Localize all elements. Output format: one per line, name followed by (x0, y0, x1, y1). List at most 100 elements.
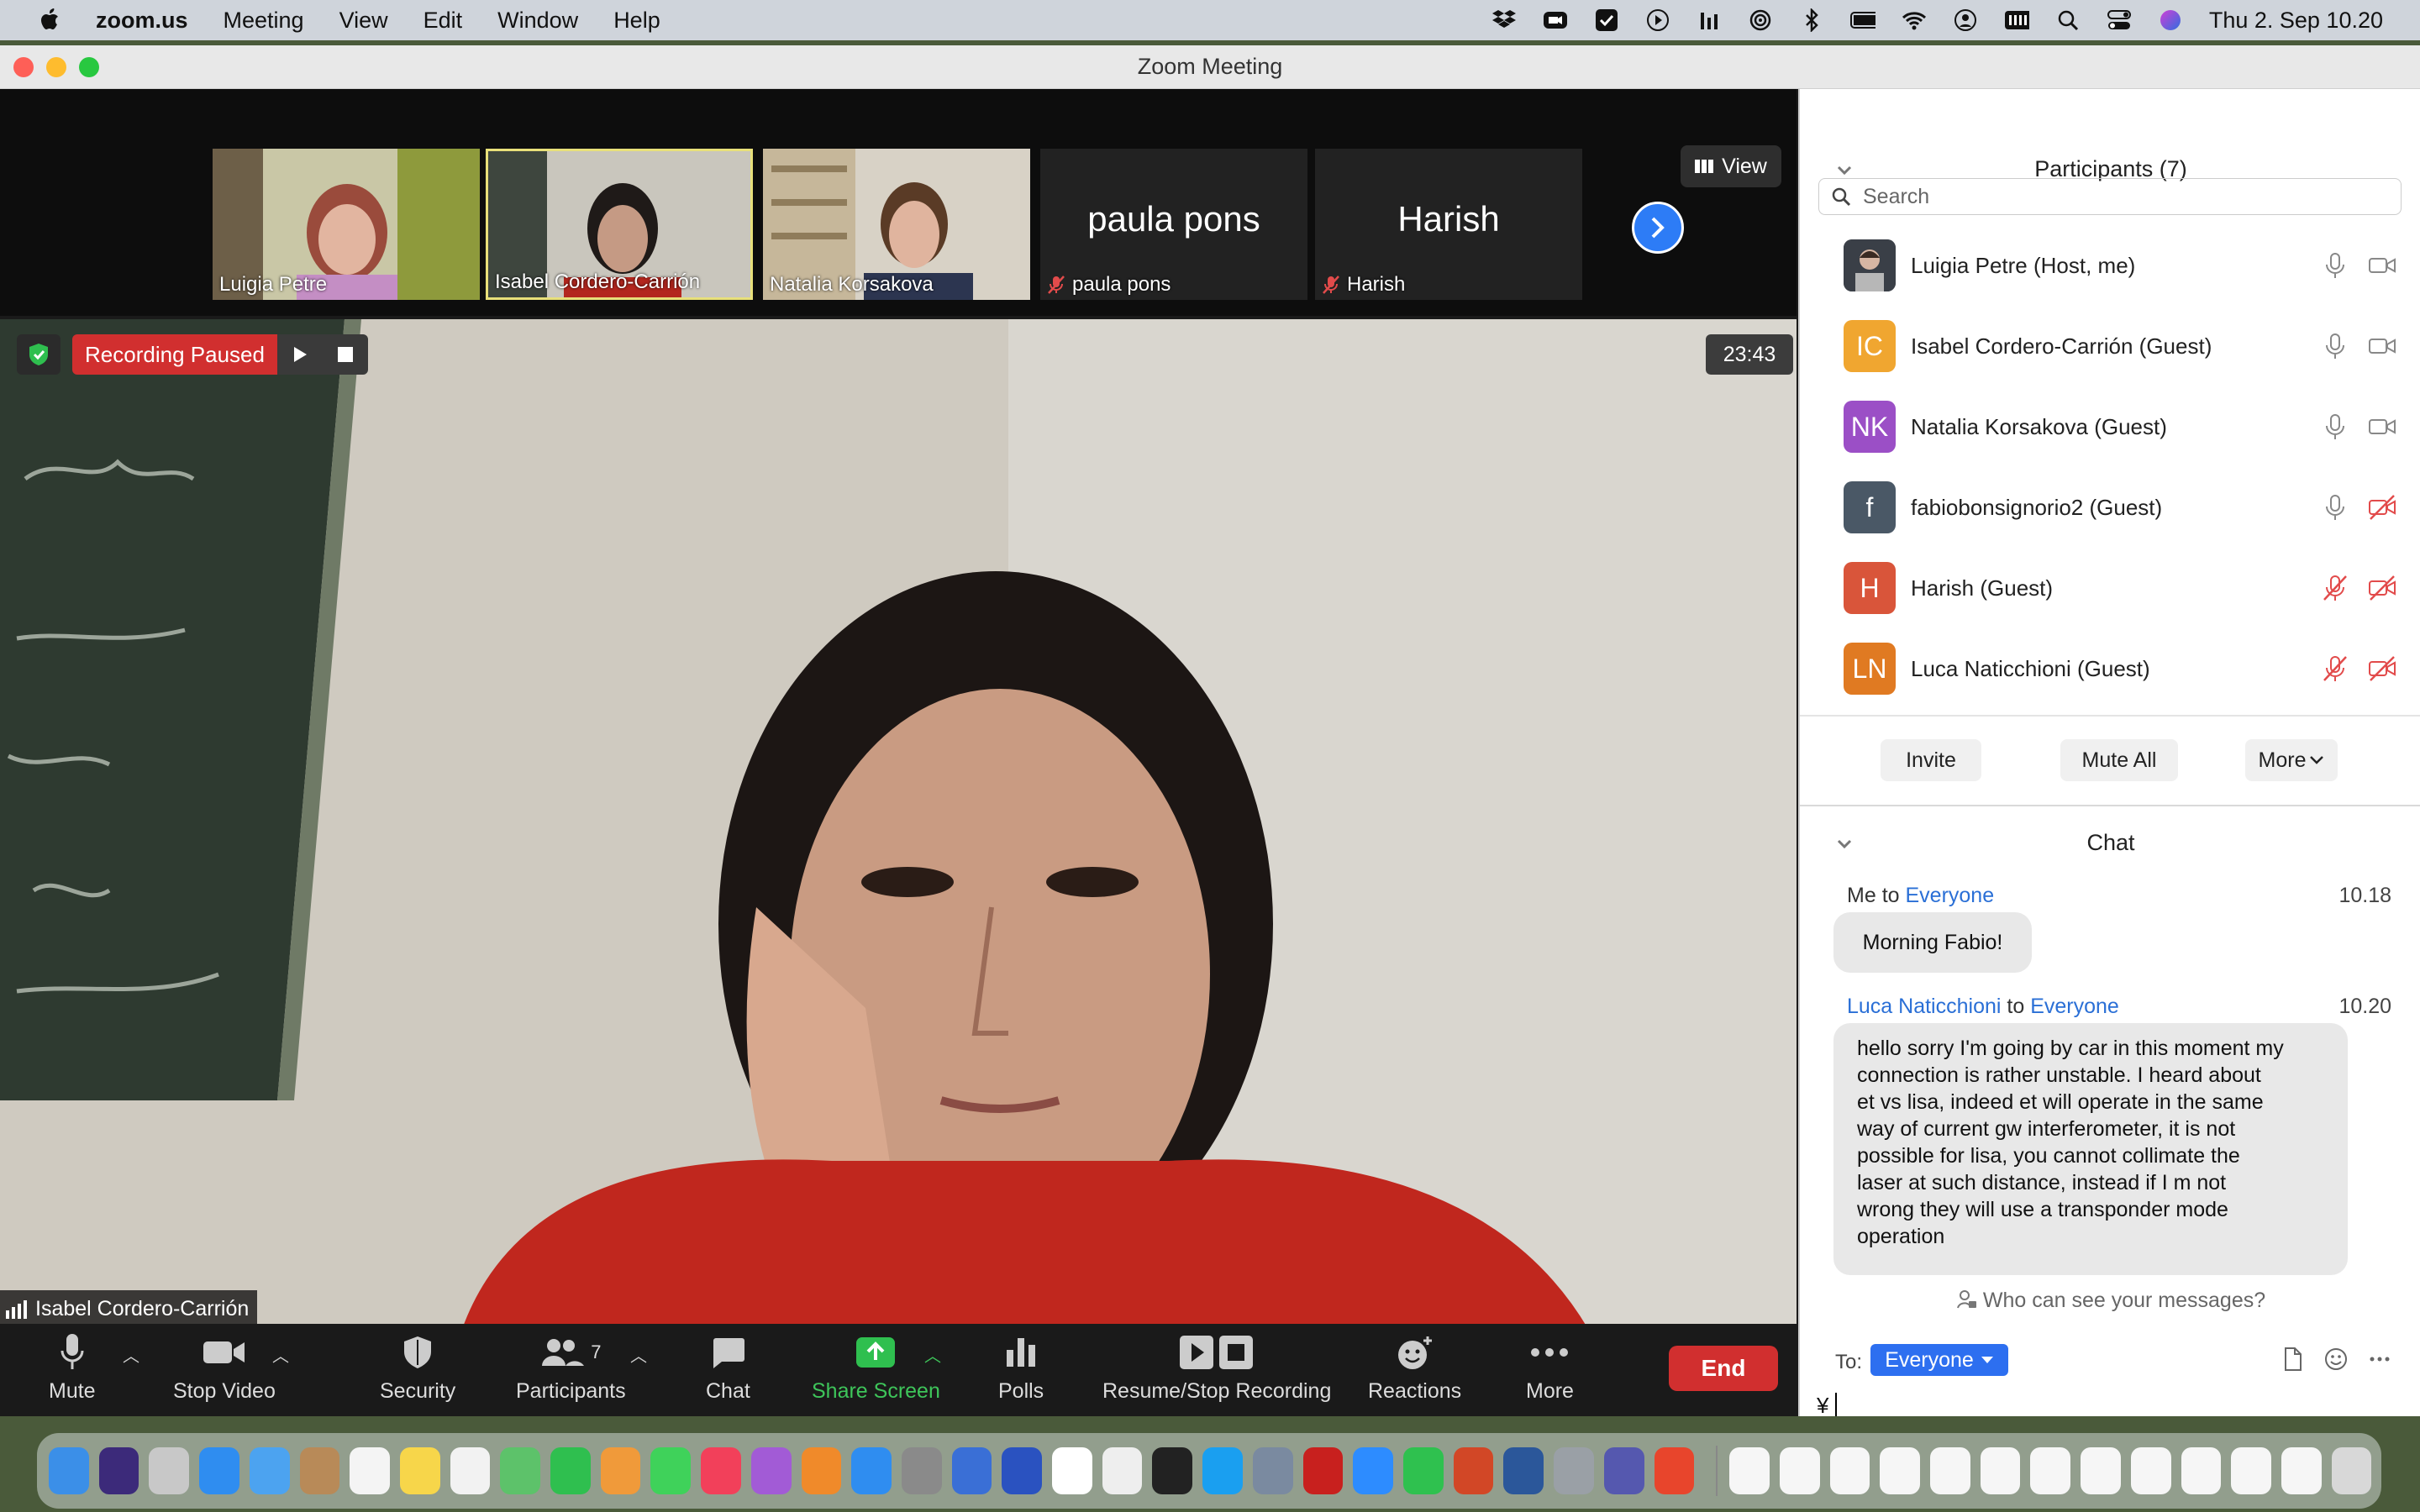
document-thumbnail-icon[interactable] (2030, 1447, 2071, 1494)
emoji-icon[interactable] (2323, 1346, 2349, 1373)
equalizer-icon[interactable] (1697, 8, 1722, 33)
next-page-button[interactable] (1632, 202, 1684, 254)
document-thumbnail-icon[interactable] (2130, 1447, 2171, 1494)
document-thumbnail-icon[interactable] (2231, 1447, 2271, 1494)
whatsapp-icon[interactable] (1402, 1447, 1444, 1494)
skype-icon[interactable] (1202, 1447, 1243, 1494)
dropbox-icon[interactable] (1491, 8, 1517, 33)
siri-icon[interactable] (2158, 8, 2183, 33)
participant-row[interactable]: H Harish (Guest) (1800, 548, 2420, 628)
screen-share-icon[interactable] (1002, 1447, 1043, 1494)
control-center-icon[interactable] (2107, 8, 2132, 33)
document-thumbnail-icon[interactable] (1880, 1447, 1920, 1494)
video-tile-natalia-korsakova[interactable]: Natalia Korsakova (763, 149, 1030, 300)
video-camera-icon[interactable] (2368, 332, 2396, 360)
microphone-icon[interactable] (2321, 493, 2349, 522)
video-tile-luigia-petre[interactable]: Luigia Petre (213, 149, 480, 300)
participant-row[interactable]: LN Luca Naticchioni (Guest) (1800, 628, 2420, 709)
video-off-icon[interactable] (2368, 654, 2396, 683)
microphone-icon[interactable] (2321, 251, 2349, 280)
textedit-icon[interactable] (1102, 1447, 1143, 1494)
mute-all-button[interactable]: Mute All (2060, 739, 2178, 781)
teams-icon[interactable] (1603, 1447, 1644, 1494)
participant-row[interactable]: IC Isabel Cordero-Carrión (Guest) (1800, 306, 2420, 386)
chat-recipient-dropdown[interactable]: Everyone (1870, 1344, 2008, 1376)
powerpoint-icon[interactable] (1453, 1447, 1494, 1494)
participants-options-chevron-icon[interactable]: ︿ (630, 1342, 647, 1367)
polls-button[interactable]: Polls (998, 1329, 1044, 1413)
participants-more-button[interactable]: More (2245, 739, 2338, 781)
user-account-icon[interactable] (1953, 8, 1978, 33)
siri-app-icon[interactable] (98, 1447, 139, 1494)
participant-search-input[interactable]: Search (1818, 178, 2402, 215)
podcasts-icon[interactable] (750, 1447, 792, 1494)
reactions-button[interactable]: Reactions (1368, 1329, 1461, 1413)
citrix-icon[interactable] (1252, 1447, 1293, 1494)
app-store-icon[interactable] (851, 1447, 892, 1494)
finder-icon[interactable] (49, 1447, 89, 1494)
video-tile-isabel-cordero-carrion[interactable]: Isabel Cordero-Carrión (486, 149, 753, 300)
video-tile-harish[interactable]: Harish Harish (1315, 149, 1582, 300)
tex-shop-icon[interactable] (1554, 1447, 1594, 1494)
keyboard-icon[interactable] (2004, 8, 2029, 33)
document-thumbnail-icon[interactable] (1829, 1447, 1870, 1494)
video-off-icon[interactable] (2368, 493, 2396, 522)
document-thumbnail-icon[interactable] (2281, 1447, 2322, 1494)
reminders-icon[interactable] (450, 1447, 491, 1494)
muted-mic-icon[interactable] (2321, 654, 2349, 683)
who-can-see-messages-link[interactable]: Who can see your messages? (1800, 1289, 2420, 1313)
maps-icon[interactable] (500, 1447, 541, 1494)
audio-options-chevron-icon[interactable]: ︿ (123, 1342, 139, 1367)
resume-stop-recording-button[interactable]: Resume/Stop Recording (1102, 1329, 1331, 1413)
video-off-icon[interactable] (2368, 574, 2396, 602)
preview-icon[interactable] (951, 1447, 992, 1494)
chat-message-input[interactable]: ¥ (1817, 1393, 1828, 1416)
video-tile-paula-pons[interactable]: paula pons paula pons (1040, 149, 1307, 300)
participant-row[interactable]: Luigia Petre (Host, me) (1800, 225, 2420, 306)
video-options-chevron-icon[interactable]: ︿ (272, 1342, 289, 1367)
zoom-dock-icon[interactable] (1353, 1447, 1393, 1494)
participants-button[interactable]: 7 Participants (516, 1329, 626, 1413)
safari-icon[interactable] (199, 1447, 239, 1494)
menu-app-name[interactable]: zoom.us (96, 8, 188, 34)
word-icon[interactable] (1503, 1447, 1544, 1494)
stop-video-button[interactable]: Stop Video (173, 1329, 276, 1413)
invite-button[interactable]: Invite (1881, 739, 1981, 781)
contacts-icon[interactable] (299, 1447, 340, 1494)
video-camera-icon[interactable] (2368, 251, 2396, 280)
wifi-icon[interactable] (1902, 8, 1927, 33)
calendar-icon[interactable] (350, 1447, 390, 1494)
participant-row[interactable]: f fabiobonsignorio2 (Guest) (1800, 467, 2420, 548)
books-icon[interactable] (801, 1447, 842, 1494)
view-button[interactable]: View (1681, 145, 1781, 187)
microphone-icon[interactable] (2321, 332, 2349, 360)
airdrop-icon[interactable] (1748, 8, 1773, 33)
play-circle-icon[interactable] (1645, 8, 1670, 33)
facetime-icon[interactable] (550, 1447, 591, 1494)
document-thumbnail-icon[interactable] (1729, 1447, 1770, 1494)
acrobat-icon[interactable] (1302, 1447, 1344, 1494)
menubar-clock[interactable]: Thu 2. Sep 10.20 (2209, 8, 2383, 34)
mute-button[interactable]: Mute (49, 1329, 96, 1413)
battery-icon[interactable] (1849, 8, 1876, 33)
no-entry-app-icon[interactable] (1654, 1447, 1695, 1494)
microphone-icon[interactable] (2321, 412, 2349, 441)
chat-button[interactable]: Chat (706, 1329, 750, 1413)
menu-view[interactable]: View (339, 8, 388, 34)
spotlight-search-icon[interactable] (2055, 8, 2081, 33)
trash-icon[interactable] (2331, 1447, 2372, 1494)
notes-icon[interactable] (399, 1447, 440, 1494)
menu-help[interactable]: Help (613, 8, 660, 34)
music-icon[interactable] (701, 1447, 741, 1494)
terminal-icon[interactable] (1152, 1447, 1193, 1494)
document-thumbnail-icon[interactable] (1980, 1447, 2021, 1494)
stop-recording-button[interactable] (323, 334, 368, 375)
checkbox-app-icon[interactable] (1594, 8, 1619, 33)
document-thumbnail-icon[interactable] (2181, 1447, 2222, 1494)
document-thumbnail-icon[interactable] (1930, 1447, 1970, 1494)
slack-icon[interactable] (1052, 1447, 1092, 1494)
more-button[interactable]: More (1526, 1329, 1574, 1413)
menu-meeting[interactable]: Meeting (224, 8, 304, 34)
menu-edit[interactable]: Edit (424, 8, 463, 34)
chat-more-options-icon[interactable] (2366, 1346, 2393, 1373)
